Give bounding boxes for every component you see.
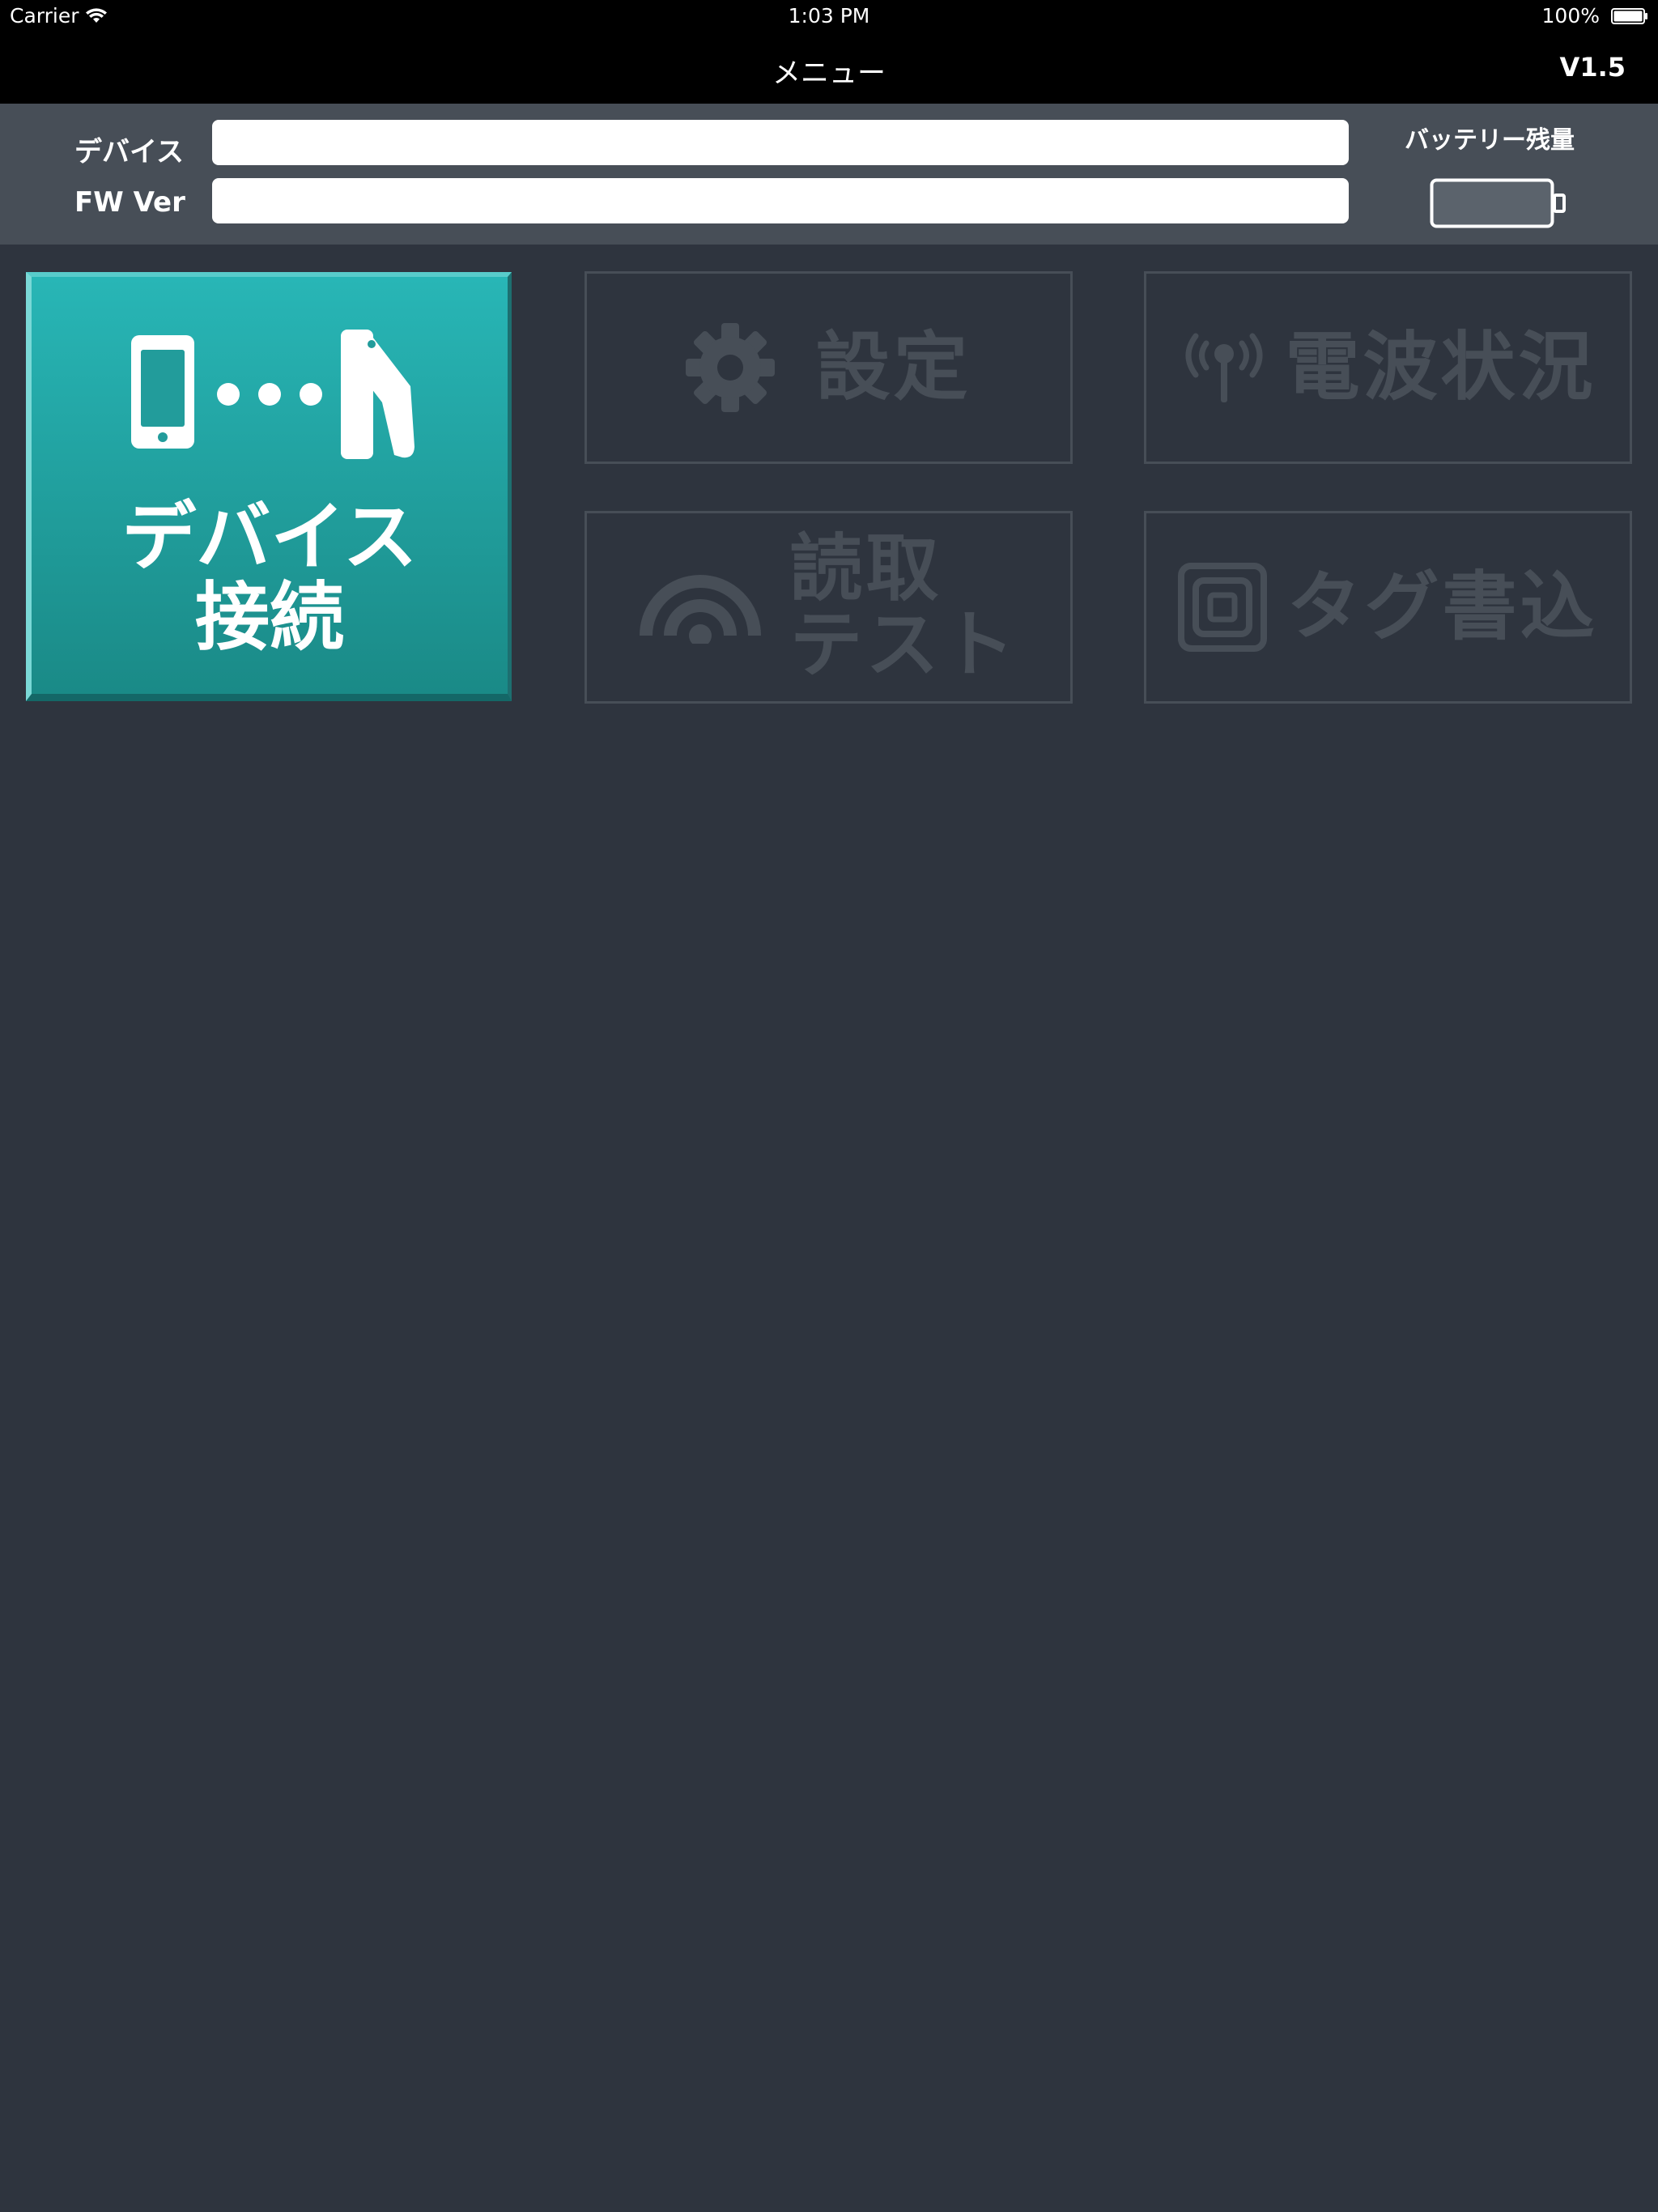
device-field[interactable]: [212, 120, 1349, 165]
fw-version-field[interactable]: [212, 178, 1349, 223]
fw-version-label: FW Ver: [74, 186, 185, 219]
settings-button[interactable]: 設定: [585, 271, 1073, 464]
read-test-label: 読取 テスト: [789, 525, 1018, 687]
device-connect-label: デバイス 接続: [121, 494, 418, 661]
settings-label: 設定: [815, 323, 971, 410]
device-connect-button[interactable]: デバイス 接続: [26, 272, 512, 701]
tag-write-label: タグ書込: [1286, 563, 1598, 650]
status-time: 1:03 PM: [788, 4, 870, 28]
phone-to-reader-icon: [131, 330, 414, 459]
battery-icon: [1611, 8, 1647, 24]
battery-gauge-icon: [1430, 178, 1566, 228]
signal-status-label: 電波状況: [1285, 323, 1596, 410]
antenna-icon: [1185, 333, 1263, 402]
gear-icon: [686, 323, 776, 412]
tag-write-button[interactable]: タグ書込: [1144, 511, 1632, 704]
navigation-bar: メニュー V1.5: [0, 32, 1658, 104]
page-title: メニュー: [772, 57, 886, 90]
battery-level-label: バッテリー残量: [1405, 126, 1575, 155]
signal-status-button[interactable]: 電波状況: [1144, 271, 1632, 464]
battery-percent: 100%: [1541, 4, 1600, 28]
device-info-panel: デバイス FW Ver バッテリー残量: [0, 104, 1658, 245]
device-label: デバイス: [74, 136, 184, 168]
status-bar: Carrier 1:03 PM 100%: [0, 0, 1658, 32]
rfid-read-icon: [639, 575, 761, 644]
version-label: V1.5: [1559, 52, 1626, 83]
tag-icon: [1178, 563, 1268, 652]
read-test-button[interactable]: 読取 テスト: [585, 511, 1073, 704]
